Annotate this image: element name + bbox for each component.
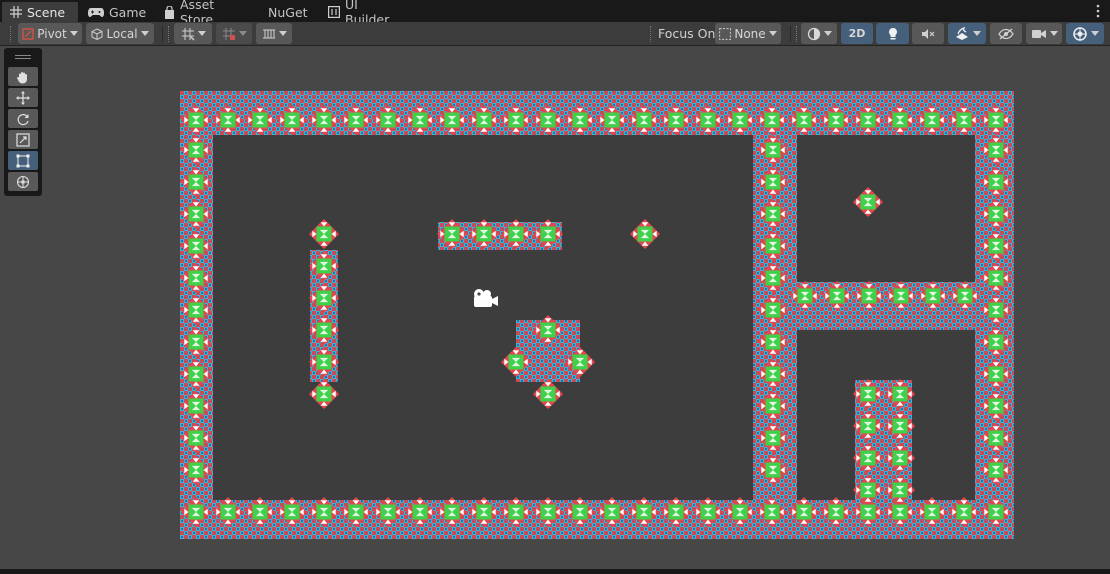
chevron-down-icon: [823, 31, 832, 36]
2d-label: 2D: [848, 27, 866, 40]
grid-visibility-dropdown[interactable]: [256, 23, 292, 44]
audio-mute-icon: [922, 28, 935, 39]
grid-snap-icon: [181, 27, 195, 41]
chevron-down-icon: [140, 31, 149, 36]
rect-tool-button[interactable]: [8, 151, 38, 170]
shading-mode-dropdown[interactable]: [801, 23, 837, 44]
chevron-down-icon: [1090, 31, 1099, 36]
rotate-tool-button[interactable]: [8, 109, 38, 128]
toolbar-grip: [796, 26, 799, 42]
ui-builder-icon: [328, 6, 340, 18]
tab-scene[interactable]: Scene: [2, 2, 78, 22]
scene-visibility-toggle[interactable]: [990, 23, 1022, 44]
grid-icon: [10, 6, 22, 18]
kebab-menu-icon[interactable]: [1094, 3, 1102, 19]
chevron-down-icon: [278, 31, 287, 36]
overlay-drag-handle[interactable]: [15, 55, 31, 56]
tab-ui-builder[interactable]: UI Builder: [320, 0, 406, 27]
ruler-icon: [262, 29, 275, 38]
toolbar-grip: [650, 26, 653, 42]
scene-camera-dropdown[interactable]: [1026, 23, 1062, 44]
rotate-icon: [17, 113, 29, 125]
tilemap-layer: [180, 91, 1014, 539]
toolbar-separator: [162, 26, 163, 42]
audio-toggle-button[interactable]: [912, 23, 944, 44]
rect-transform-icon: [16, 154, 30, 167]
toolbar-separator: [790, 26, 791, 42]
scale-tool-button[interactable]: [8, 130, 38, 149]
tab-game[interactable]: Game: [80, 2, 152, 22]
overlay-drag-handle-line: [15, 58, 31, 59]
hand-tool-button[interactable]: [8, 67, 38, 86]
tab-label: NuGet: [268, 4, 308, 20]
window-bottom-border: [0, 569, 1110, 574]
focus-on-dropdown[interactable]: None: [715, 23, 781, 44]
selection-box-icon: [719, 27, 732, 40]
local-cube-icon: [91, 27, 103, 40]
scale-icon: [16, 132, 30, 147]
chevron-down-icon: [69, 31, 78, 36]
focus-on-label: Focus On: [658, 26, 716, 41]
floor-area: [797, 135, 975, 282]
scene-viewport[interactable]: [0, 46, 1110, 569]
tab-label: Scene: [27, 4, 66, 20]
chevron-down-icon: [972, 31, 981, 36]
floor-area: [213, 135, 753, 500]
unity-editor-window: Scene Game Asset Store NuGet UI Builder …: [0, 0, 1110, 574]
grid-snap-dropdown[interactable]: [174, 23, 212, 44]
chevron-down-icon: [238, 31, 247, 36]
effects-dropdown[interactable]: [948, 23, 986, 44]
gizmos-icon: [1072, 26, 1087, 41]
tab-label: Game: [109, 4, 147, 20]
scene-camera-icon: [1031, 29, 1046, 38]
hidden-eye-icon: [998, 27, 1014, 40]
local-dropdown[interactable]: Local: [86, 23, 154, 44]
pivot-dropdown[interactable]: Pivot: [18, 23, 82, 44]
2d-toggle-button[interactable]: 2D: [841, 23, 873, 44]
tools-overlay: [4, 48, 42, 196]
scene-toolbar: Pivot Local Focus On None 2D: [0, 22, 1110, 46]
tab-nuget[interactable]: NuGet: [260, 2, 320, 22]
snap-increment-icon: [222, 27, 235, 40]
tab-bar: Scene Game Asset Store NuGet UI Builder: [0, 0, 1110, 27]
hand-icon: [17, 71, 27, 83]
shading-mode-icon: [807, 27, 820, 40]
effects-icon: [955, 26, 968, 40]
toolbar-grip: [10, 26, 13, 42]
chevron-down-icon: [1049, 31, 1058, 36]
snap-increment-dropdown[interactable]: [216, 23, 252, 44]
lighting-toggle-button[interactable]: [876, 23, 909, 44]
gizmos-dropdown[interactable]: [1066, 23, 1104, 44]
tilemap: [180, 91, 1014, 539]
pivot-icon: [22, 27, 34, 40]
camera-gizmo-icon[interactable]: [470, 288, 500, 310]
chevron-down-icon: [768, 31, 777, 36]
chevron-down-icon: [197, 31, 206, 36]
focus-on-value: None: [734, 26, 766, 41]
transform-tool-button[interactable]: [8, 172, 38, 191]
move-icon: [16, 90, 30, 105]
transform-icon: [16, 175, 30, 188]
local-label: Local: [106, 26, 138, 41]
tab-asset-store[interactable]: Asset Store: [156, 0, 252, 27]
gamepad-icon: [88, 8, 104, 17]
move-tool-button[interactable]: [8, 88, 38, 107]
toolbar-grip: [168, 26, 171, 42]
pivot-label: Pivot: [37, 26, 67, 41]
lightbulb-icon: [888, 27, 897, 39]
shopping-bag-icon: [165, 5, 174, 19]
